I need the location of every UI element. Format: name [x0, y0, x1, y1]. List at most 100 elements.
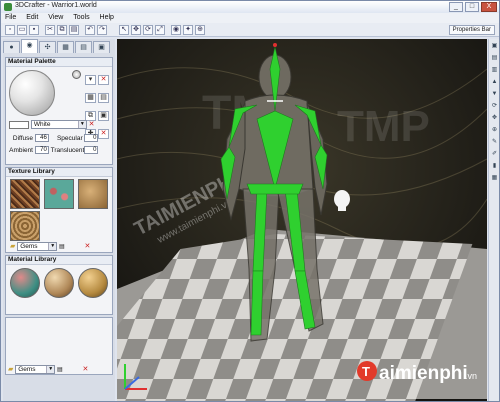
material-preview-sphere: [9, 70, 55, 116]
menu-help[interactable]: Help: [96, 13, 118, 21]
view-side-icon[interactable]: ▥: [490, 67, 499, 75]
material-sphere-thumb[interactable]: [78, 268, 108, 298]
app-window: 3DCrafter - Warrior1.world _ □ X File Ed…: [0, 0, 500, 402]
pencil-icon[interactable]: ✎: [490, 139, 499, 147]
translucent-field[interactable]: 0: [84, 146, 99, 154]
diffuse-label: Diffuse: [12, 134, 33, 142]
arrow-down-icon[interactable]: ▼: [490, 91, 499, 99]
3d-viewport[interactable]: TMP TMP TAIMIENPHI www.taimienphi.vn: [117, 39, 487, 401]
move-icon[interactable]: ✥: [131, 25, 141, 35]
texture-thumb[interactable]: [10, 211, 40, 241]
material-list-icon[interactable]: ▤: [98, 93, 109, 103]
material-options-icon[interactable]: ▤: [57, 367, 63, 373]
pick-material-icon[interactable]: ▾: [85, 75, 96, 85]
texture-library-panel: Texture Library ▰ Gems ▼ ▤ ✕: [5, 167, 113, 253]
window-title: 3DCrafter - Warrior1.world: [15, 2, 97, 9]
material-sphere-thumb[interactable]: [44, 268, 74, 298]
color-select[interactable]: White ▼: [30, 120, 87, 129]
watermark-right: TMP: [337, 102, 430, 151]
save-icon[interactable]: ▪: [29, 25, 39, 35]
properties-bar-button[interactable]: Properties Bar: [448, 25, 495, 35]
texture-category-select[interactable]: Gems ▼: [17, 242, 58, 251]
color-select-value: White: [33, 121, 51, 128]
texture-thumb[interactable]: [78, 179, 108, 209]
close-button[interactable]: X: [481, 2, 497, 12]
right-toolbar: ▣ ▤ ▥ ▲ ▼ ⟳ ✥ ⊕ ✎ ✐ ▮ ▦: [488, 39, 499, 401]
paste-icon[interactable]: ▤: [69, 25, 79, 35]
scale-icon[interactable]: ⤢: [155, 25, 165, 35]
title-bar: 3DCrafter - Warrior1.world _ □ X: [1, 1, 499, 13]
material-delete-icon[interactable]: ✕: [83, 366, 89, 373]
camera-icon[interactable]: ◉: [171, 25, 181, 35]
folder-icon: ▰: [8, 366, 14, 374]
menu-edit[interactable]: Edit: [22, 13, 42, 21]
translucent-label: Translucent: [50, 146, 85, 154]
menu-view[interactable]: View: [44, 13, 67, 21]
tab-render[interactable]: ▣: [93, 41, 110, 53]
material-library-panel: Material Library: [5, 255, 113, 315]
texture-options-icon[interactable]: ▤: [59, 244, 65, 250]
tab-texture[interactable]: ▦: [57, 41, 74, 53]
grid-icon[interactable]: ▦: [490, 175, 499, 183]
texture-delete-icon[interactable]: ✕: [85, 243, 91, 250]
select-icon[interactable]: ↖: [119, 25, 129, 35]
undo-icon[interactable]: ↶: [85, 25, 95, 35]
chevron-down-icon: ▼: [48, 243, 57, 250]
material-library-title: Material Library: [6, 256, 112, 265]
view-top-icon[interactable]: ▤: [490, 55, 499, 63]
material-grid-icon[interactable]: ▦: [85, 93, 96, 103]
arrow-up-icon[interactable]: ▲: [490, 79, 499, 87]
zoom-in-icon[interactable]: ⊕: [490, 127, 499, 135]
material-category-value: Gems: [18, 366, 36, 373]
open-icon[interactable]: ▭: [17, 25, 27, 35]
orbit-icon[interactable]: ⟳: [490, 103, 499, 111]
pan-icon[interactable]: ✥: [490, 115, 499, 123]
rotate-icon[interactable]: ⟳: [143, 25, 153, 35]
texture-library-title: Texture Library: [6, 168, 112, 177]
brush-icon[interactable]: ✐: [490, 151, 499, 159]
new-icon[interactable]: ▫: [5, 25, 15, 35]
specular-label: Specular: [56, 134, 83, 142]
material-thumb-icon[interactable]: [72, 70, 81, 79]
panel-tabs: ● ◉ ✣ ▦ ▤ ▣: [3, 39, 115, 53]
app-icon: [4, 3, 12, 11]
texture-thumb[interactable]: [44, 179, 74, 209]
selected-joint[interactable]: [273, 43, 277, 47]
redo-icon[interactable]: ↷: [97, 25, 107, 35]
tab-transform[interactable]: ✣: [39, 41, 56, 53]
cut-icon[interactable]: ✂: [45, 25, 55, 35]
ambient-label: Ambient: [9, 146, 33, 154]
zoom-icon[interactable]: ⊕: [195, 25, 205, 35]
left-panel: ● ◉ ✣ ▦ ▤ ▣ Material Palette ▾✕ ▦▤ ⧉▣ ✚✕…: [3, 39, 115, 401]
chevron-down-icon: ▼: [46, 366, 55, 373]
view-front-icon[interactable]: ▣: [490, 43, 499, 51]
tab-material[interactable]: ◉: [21, 39, 38, 53]
material-sphere-thumb[interactable]: [10, 268, 40, 298]
texture-category-value: Gems: [20, 243, 38, 250]
specular-field[interactable]: 0: [84, 134, 99, 142]
menu-tools[interactable]: Tools: [69, 13, 93, 21]
material-category-select[interactable]: Gems ▼: [15, 365, 56, 374]
light-icon[interactable]: ✦: [183, 25, 193, 35]
material-paste-icon[interactable]: ▣: [98, 111, 109, 121]
logo-text: aimienphi: [379, 363, 468, 384]
color-clear-icon[interactable]: ✕: [89, 121, 95, 128]
menu-bar: File Edit View Tools Help: [1, 13, 499, 23]
maximize-button[interactable]: □: [465, 2, 479, 12]
copy-icon[interactable]: ⧉: [57, 25, 67, 35]
tab-scene[interactable]: ▤: [75, 41, 92, 53]
color-swatch[interactable]: [9, 120, 29, 129]
folder-icon: ▰: [10, 243, 16, 251]
ruler-icon[interactable]: ▮: [490, 163, 499, 171]
ambient-field[interactable]: 70: [34, 146, 49, 154]
chevron-down-icon: ▼: [77, 121, 86, 128]
logo-letter: T: [362, 364, 370, 379]
minimize-button[interactable]: _: [449, 2, 463, 12]
delete-material-icon[interactable]: ✕: [98, 75, 109, 85]
diffuse-field[interactable]: 46: [34, 134, 49, 142]
viewport-scene: TMP TMP TAIMIENPHI www.taimienphi.vn: [117, 39, 487, 401]
menu-file[interactable]: File: [1, 13, 20, 21]
tab-object[interactable]: ●: [3, 41, 20, 53]
main-toolbar: ▫ ▭ ▪ ✂ ⧉ ▤ ↶ ↷ ↖ ✥ ⟳ ⤢ ◉ ✦ ⊕ Properties…: [1, 23, 499, 37]
texture-thumb[interactable]: [10, 179, 40, 209]
